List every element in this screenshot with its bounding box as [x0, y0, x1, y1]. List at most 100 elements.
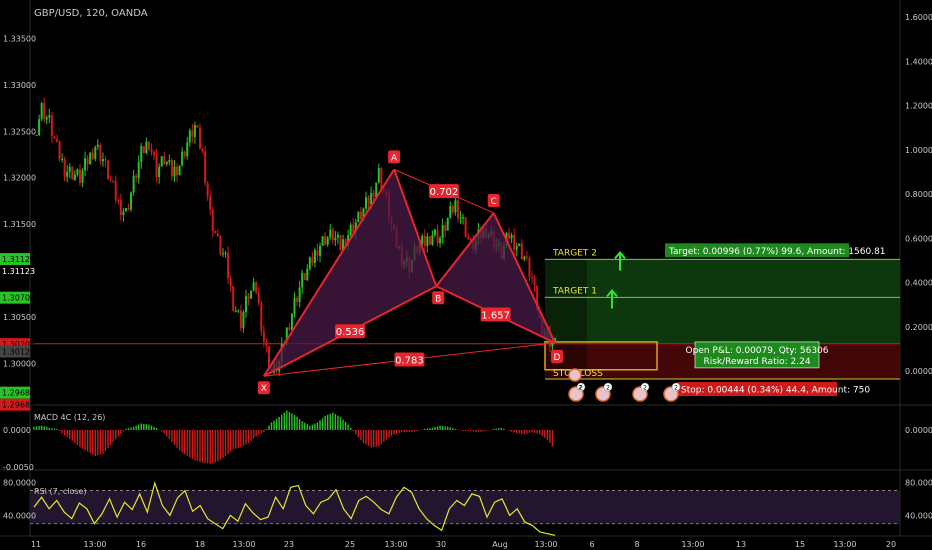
candle-body: [449, 205, 452, 218]
left-axis-tick: 1.31500: [3, 220, 36, 229]
rsi-title: RSI (7, close): [34, 487, 87, 496]
ratio-label: 0.702: [430, 187, 459, 198]
time-axis-tick: 20: [886, 540, 896, 549]
candle-body: [173, 166, 176, 177]
candle-body: [76, 169, 79, 175]
rsi-left-tick: 80.0000: [3, 478, 36, 487]
candle-body: [439, 238, 442, 244]
candle-body: [252, 282, 255, 291]
candle-body: [122, 211, 125, 216]
candle-body: [155, 155, 158, 177]
candle-body: [181, 151, 184, 166]
candle-body: [86, 158, 89, 165]
point-label-x: X: [261, 384, 267, 394]
candle-body: [160, 156, 163, 167]
target-area-shade: [545, 259, 587, 344]
candle-body: [206, 182, 209, 197]
time-axis-tick: 6: [589, 540, 594, 549]
candle-body: [324, 236, 327, 245]
candle-body: [43, 103, 46, 120]
candle-body: [423, 235, 426, 246]
candle-body: [260, 302, 263, 332]
candle-body: [255, 282, 258, 293]
candle-body: [510, 234, 513, 239]
candle-body: [132, 175, 135, 193]
candle-body: [71, 166, 74, 180]
candle-body: [467, 237, 470, 239]
time-axis-tick: 13:00: [534, 540, 557, 549]
candle-body: [101, 159, 104, 162]
candle-body: [150, 148, 153, 153]
time-axis-tick: 11: [31, 540, 41, 549]
candle-body: [224, 252, 227, 254]
candle-body: [513, 234, 516, 250]
macd-left-tick: 0.0000: [3, 426, 31, 435]
candle-body: [367, 197, 370, 205]
time-axis-tick: 13:00: [384, 540, 407, 549]
rsi-left-tick: 40.0000: [3, 511, 36, 520]
time-axis-tick: 16: [136, 540, 146, 549]
candle-body: [135, 175, 138, 179]
candle-body: [518, 243, 521, 247]
candle-body: [142, 146, 145, 154]
candle-body: [237, 310, 240, 312]
candle-body: [520, 243, 523, 260]
macd-right-tick: 0.0000: [905, 426, 932, 435]
candle-body: [221, 253, 224, 255]
candle-body: [357, 211, 360, 223]
time-axis-tick: 13:00: [83, 540, 106, 549]
candle-body: [311, 257, 314, 263]
chart-canvas: 0.702 0.536 1.657 0.783 X A B C D TARGET 2 TARGET…: [0, 0, 932, 550]
candle-body: [326, 237, 329, 245]
candle-body: [204, 151, 207, 183]
candle-body: [73, 174, 76, 180]
candle-body: [196, 125, 199, 128]
candle-body: [219, 235, 222, 254]
candle-body: [114, 181, 117, 200]
candle-body: [53, 136, 56, 139]
macd-title: MACD 4C (12, 26): [34, 413, 105, 422]
point-label-c: C: [491, 197, 497, 207]
candle-body: [426, 236, 429, 246]
candle-body: [165, 162, 168, 165]
price-label: 1.30707: [2, 294, 35, 303]
candle-body: [372, 192, 375, 197]
candle-body: [191, 130, 194, 137]
candle-body: [301, 273, 304, 288]
candle-body: [188, 130, 191, 143]
candle-body: [303, 273, 306, 281]
candle-body: [433, 229, 436, 236]
price-label: 1.31123: [2, 267, 35, 276]
time-axis-tick: 25: [345, 540, 355, 549]
right-axis-tick: 0.8000: [905, 190, 932, 199]
candle-body: [61, 158, 64, 160]
candle-body: [331, 229, 334, 241]
candle-body: [515, 246, 518, 250]
candle-body: [456, 200, 459, 219]
candle-body: [55, 138, 58, 142]
event-flag-icon[interactable]: [568, 368, 582, 382]
target1-label: TARGET 1: [552, 286, 597, 296]
candle-body: [48, 115, 51, 118]
candle-body: [216, 233, 219, 236]
candle-body: [313, 250, 316, 263]
event-count-text: 2: [674, 385, 678, 392]
price-label: 1.31123: [2, 255, 35, 264]
candle-body: [176, 166, 179, 176]
point-label-a: A: [391, 153, 398, 163]
candle-body: [68, 166, 71, 172]
candle-body: [109, 179, 112, 181]
time-axis-tick: Aug: [492, 540, 508, 549]
candle-body: [58, 141, 61, 160]
candle-body: [444, 225, 447, 231]
time-axis-tick: 23: [284, 540, 294, 549]
price-label: 1.29683: [2, 389, 35, 398]
candle-body: [137, 162, 140, 179]
candle-body: [40, 103, 43, 120]
right-axis-tick: 1.0000: [905, 146, 932, 155]
candle-body: [211, 209, 214, 231]
target-zone: [545, 259, 900, 344]
candle-body: [199, 127, 202, 149]
candle-body: [508, 233, 511, 239]
candle-body: [227, 252, 230, 279]
